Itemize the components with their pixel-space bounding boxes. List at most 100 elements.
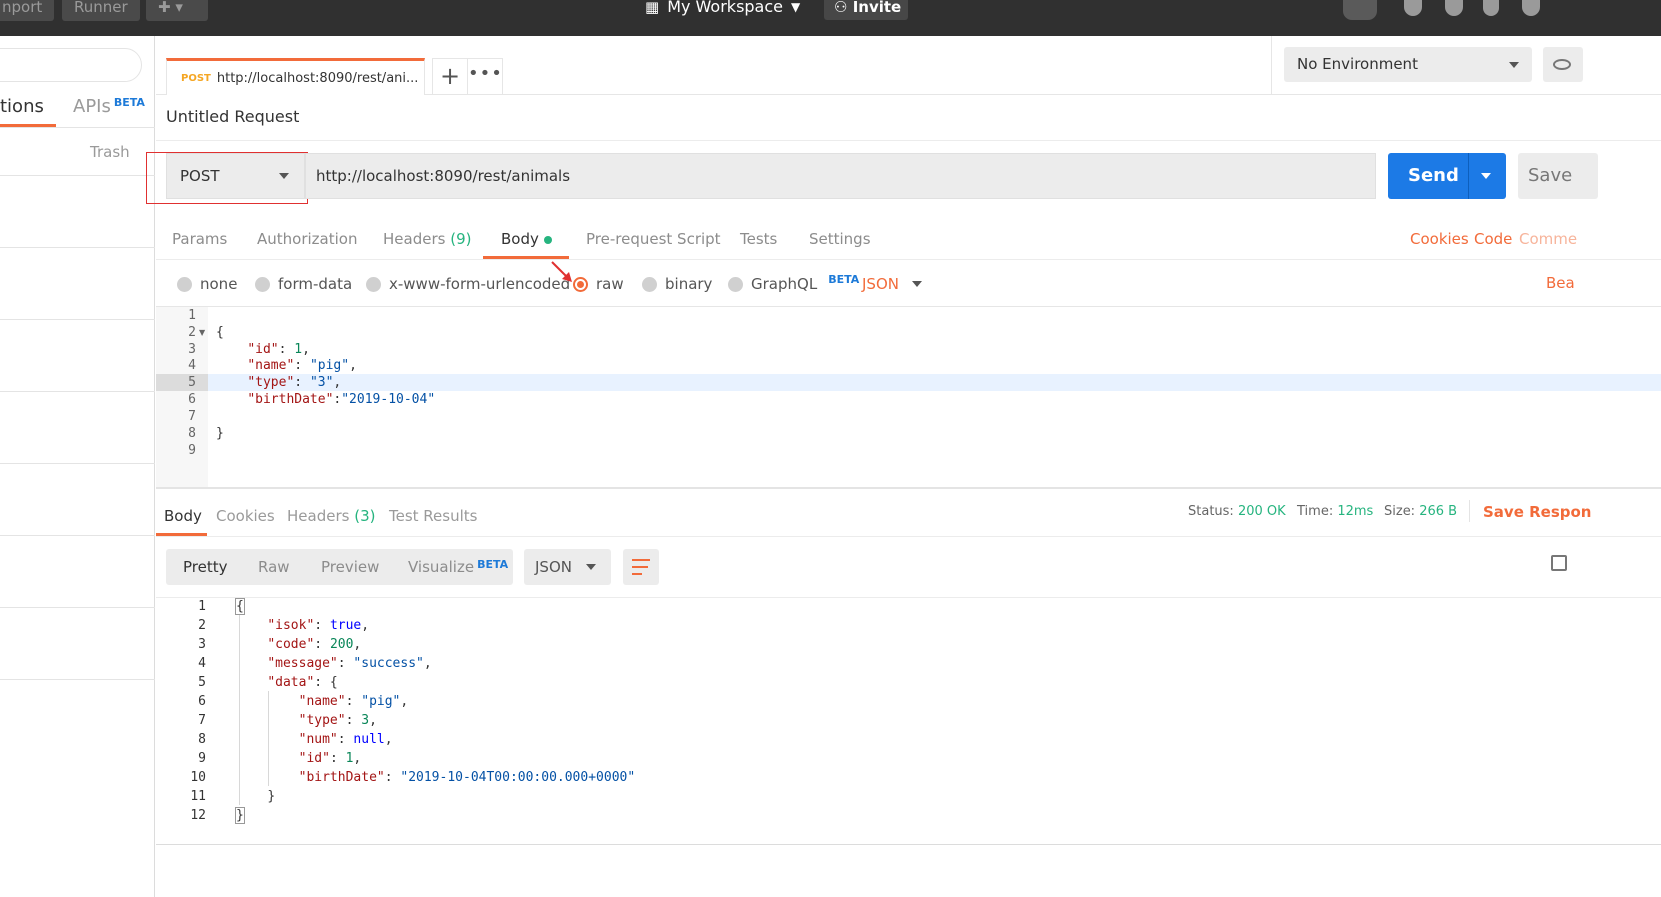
line-number: 9 [188,443,196,458]
request-body-editor[interactable]: 1 2 ▼ 3 4 5 6 7 8 9 { "id": 1, "name": "… [156,307,1661,487]
view-raw[interactable]: Raw [258,558,290,576]
time-readout: Time: 12ms [1297,504,1373,519]
grid-icon: ▦ [645,0,660,16]
current-line-highlight [156,374,1661,391]
code-line: "id": 1, [298,751,362,766]
send-button[interactable]: Send [1388,153,1506,199]
radio-circle-icon [366,276,381,292]
view-visualize[interactable]: Visualize BETA [408,558,508,576]
json-value: 3 [361,713,370,728]
beautify-link[interactable]: Bea [1546,274,1575,292]
save-response-button[interactable]: Save Respon [1483,503,1591,521]
tab-authorization[interactable]: Authorization [257,230,357,248]
tab-collections[interactable]: tions [0,96,44,117]
size-label: Size: [1384,504,1416,519]
response-tab-test-results[interactable]: Test Results [389,507,477,525]
workspace-switcher[interactable]: ▦ My Workspace ▼ [645,0,800,20]
json-value: "2019-10-04T00:00:00.000+0000" [400,770,636,785]
radio-circle-icon [728,276,743,292]
comments-link[interactable]: Comme [1519,230,1577,248]
url-input[interactable]: http://localhost:8090/rest/animals [305,153,1376,199]
view-preview[interactable]: Preview [321,558,379,576]
request-tab-method: POST [181,72,211,84]
radio-circle-icon [177,276,192,292]
headers-count: (9) [450,230,472,248]
trash-link[interactable]: Trash [90,143,130,161]
send-label: Send [1408,165,1459,186]
line-number: 3 [198,637,206,652]
code-line: "birthDate": "2019-10-04T00:00:00.000+00… [298,770,636,785]
json-key: "id" [247,342,279,357]
line-number: 6 [198,694,206,709]
tab-params[interactable]: Params [172,230,227,248]
save-button[interactable]: Save [1518,153,1598,199]
tab-settings[interactable]: Settings [809,230,871,248]
json-value: 1 [345,751,354,766]
code-line: "data": { [267,675,338,690]
more-tabs-button[interactable]: ••• [467,58,503,95]
invite-button[interactable]: ⚇ Invite [824,0,908,20]
request-title[interactable]: Untitled Request [166,107,299,126]
radio-urlencoded[interactable]: x-www-form-urlencoded [366,275,570,293]
json-value: "2019-10-04" [341,392,436,407]
environment-quick-look-button[interactable] [1543,47,1583,82]
response-tab-cookies[interactable]: Cookies [216,507,275,525]
size-readout: Size: 266 B [1384,504,1457,519]
environment-select[interactable]: No Environment [1284,47,1532,82]
bell-icon[interactable] [1483,0,1499,16]
view-visualize-label: Visualize [408,558,475,576]
code-link[interactable]: Code [1474,230,1512,248]
divider [0,463,155,464]
code-line: "name": "pig", [247,358,357,373]
radio-raw[interactable]: raw [573,275,624,293]
body-format-label: JSON [862,275,899,293]
body-format-select[interactable]: JSON [862,275,922,293]
line-number: 5 [188,375,196,390]
new-tab-button[interactable]: + [432,58,468,95]
wrap-lines-button[interactable] [623,549,659,585]
divider [0,319,155,320]
request-tab[interactable]: POST http://localhost:8090/rest/ani... [166,58,425,95]
radio-none[interactable]: none [177,275,237,293]
json-value: true [329,618,362,633]
sidebar-search-input[interactable] [0,48,142,82]
cookies-link[interactable]: Cookies [1410,230,1469,248]
copy-icon[interactable] [1551,555,1567,571]
import-button[interactable]: nport [0,0,55,21]
tab-apis-label: APIs [73,96,111,117]
response-tab-headers[interactable]: Headers (3) [287,507,375,525]
radio-graphql[interactable]: GraphQL BETA [728,273,859,293]
json-value: "3" [309,375,334,390]
line-number: 8 [188,426,196,441]
code-line: "type": 3, [298,713,377,728]
radio-raw-label: raw [596,275,624,293]
line-number: 2 [198,618,206,633]
json-key: "name" [247,358,295,373]
response-body-viewer[interactable]: 1 2 3 4 5 6 7 8 9 10 11 12 { "isok": tru… [156,597,1661,847]
chevron-down-icon[interactable] [1481,173,1491,179]
json-key: "name" [298,694,346,709]
tab-prerequest-script[interactable]: Pre-request Script [586,230,721,248]
tab-body[interactable]: Body [501,230,552,248]
radio-circle-icon [642,276,657,292]
line-number: 5 [198,675,206,690]
tab-apis[interactable]: APIs BETA [73,96,145,117]
divider [0,535,155,536]
tab-headers[interactable]: Headers (9) [383,230,471,248]
runner-button[interactable]: Runner [62,0,140,21]
json-value: 1 [294,342,303,357]
fold-icon[interactable]: ▼ [199,324,205,341]
response-format-select[interactable]: JSON [524,549,611,585]
radio-form-data[interactable]: form-data [255,275,352,293]
json-key: "type" [247,375,295,390]
radio-binary[interactable]: binary [642,275,712,293]
sync-icon[interactable] [1343,0,1377,20]
json-key: "num" [298,732,338,747]
line-number: 3 [188,342,196,357]
response-format-label: JSON [535,558,572,576]
response-tab-body[interactable]: Body [164,507,202,525]
pane-resizer[interactable] [156,487,1661,489]
view-pretty[interactable]: Pretty [183,558,228,576]
tab-tests[interactable]: Tests [740,230,777,248]
new-button[interactable]: ✚ ▾ [146,0,208,21]
